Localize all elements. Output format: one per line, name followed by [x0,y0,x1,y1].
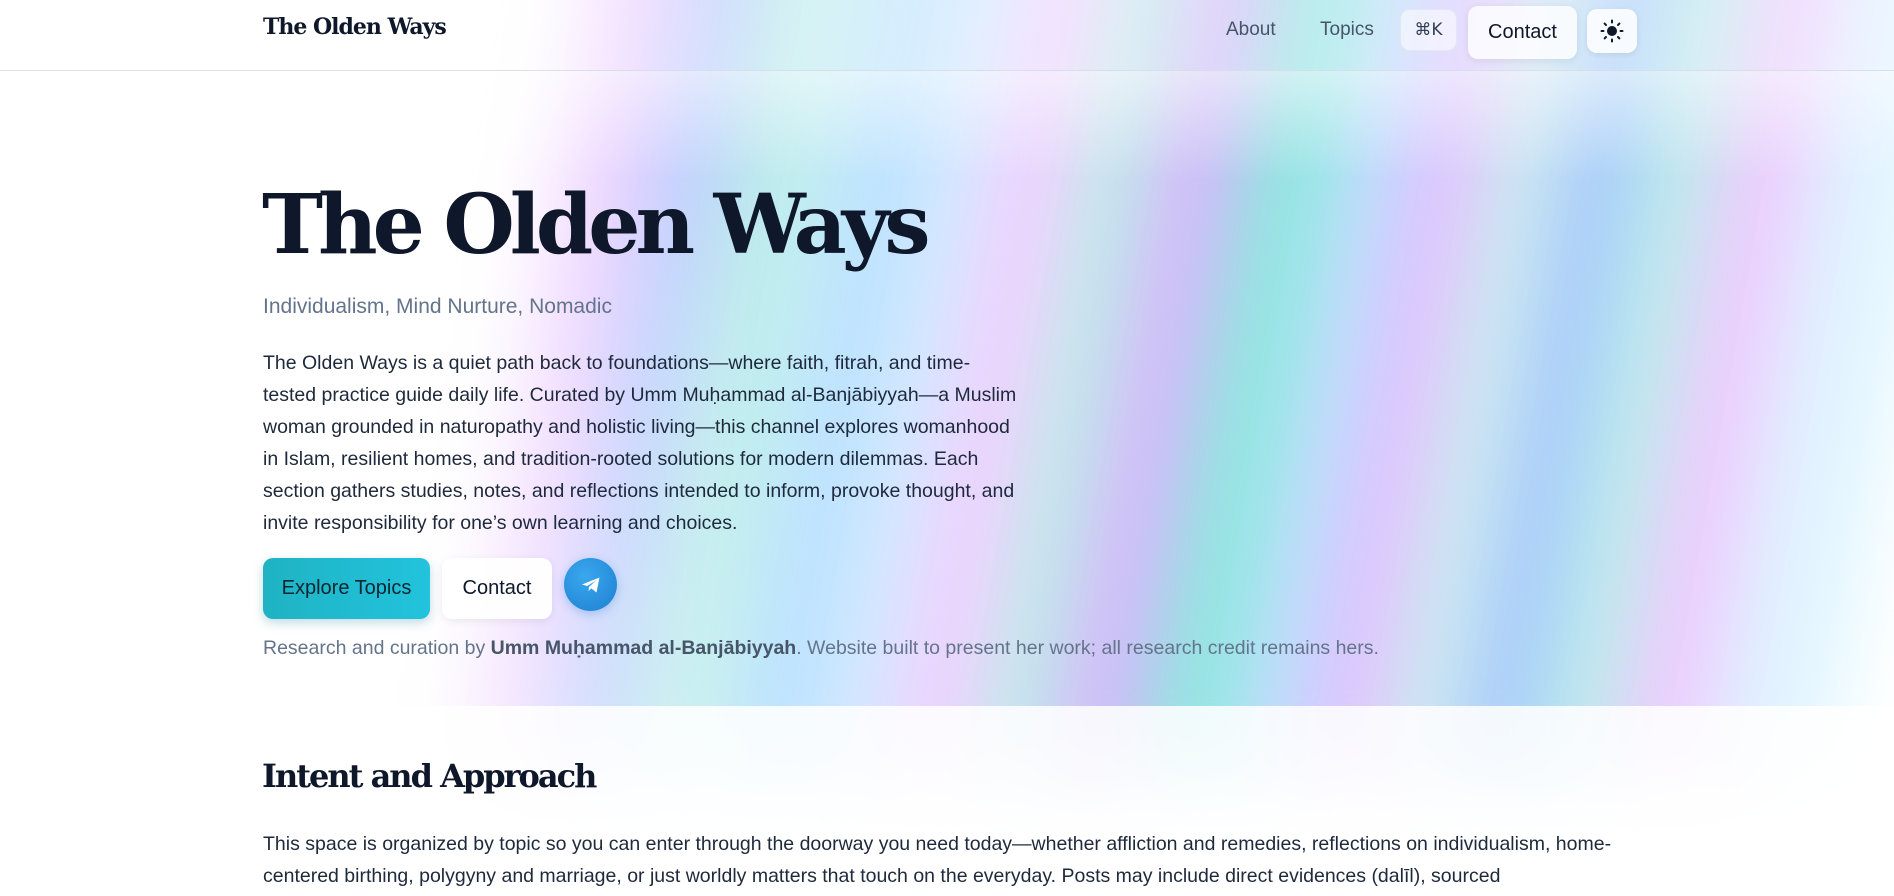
theme-toggle-button[interactable] [1587,9,1637,53]
nav-about-link[interactable]: About [1226,19,1276,41]
telegram-button[interactable] [564,558,617,611]
explore-topics-button[interactable]: Explore Topics [263,558,430,619]
credit-prefix: Research and curation by [263,637,491,659]
hero-subtitle: Individualism, Mind Nurture, Nomadic [263,295,612,318]
hero-title: The Olden Ways [262,177,931,273]
credit-suffix: . Website built to present her work; all… [796,637,1379,659]
intent-section-title: Intent and Approach [262,757,597,795]
brand-logo[interactable]: The Olden Ways [263,14,447,40]
credit-author: Umm Muḥammad al-Banjābiyyah [490,637,797,659]
research-credit: Research and curation by Umm Muḥammad al… [263,637,1379,660]
hero-description: The Olden Ways is a quiet path back to f… [263,352,1017,534]
intent-section-body: This space is organized by topic so you … [263,833,1612,887]
nav-contact-button[interactable]: Contact [1468,6,1577,59]
site-header: The Olden Ways About Topics ⌘K Contact [0,0,1894,71]
sun-icon [1600,19,1624,43]
nav-topics-link[interactable]: Topics [1320,19,1374,41]
hero-contact-button[interactable]: Contact [442,558,552,619]
telegram-icon [581,577,599,592]
command-palette-button[interactable]: ⌘K [1400,9,1457,51]
main-content: The Olden Ways Individualism, Mind Nurtu… [0,0,1894,896]
